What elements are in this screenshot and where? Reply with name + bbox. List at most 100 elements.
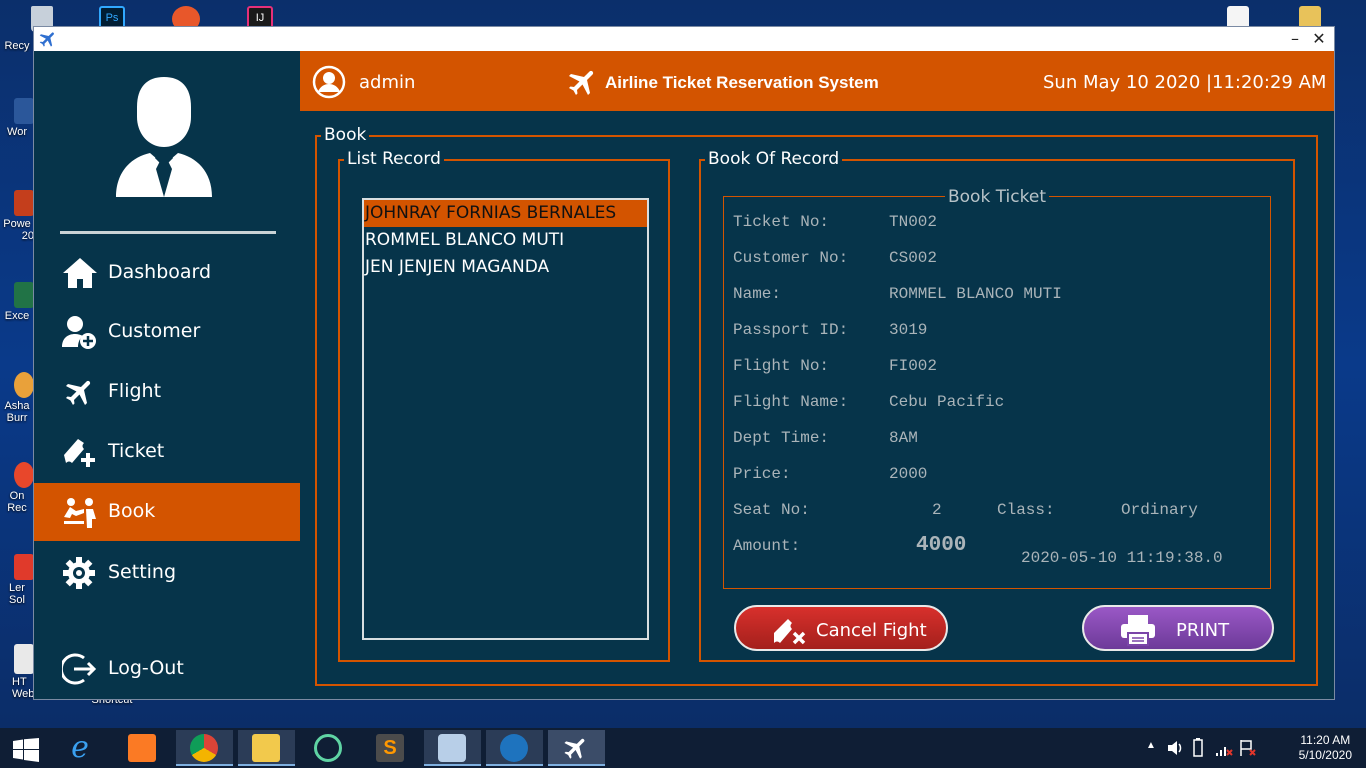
desktop-icon-label: Ler (9, 582, 25, 594)
list-item[interactable]: JEN JENJEN MAGANDA (364, 254, 647, 281)
dept-time-label: Dept Time: (733, 429, 830, 447)
record-list[interactable]: JOHNRAY FORNIAS BERNALES ROMMEL BLANCO M… (362, 198, 649, 640)
sidebar: Dashboard Customer Flight Ticket Book Se… (34, 51, 300, 699)
header-bar: admin Airline Ticket Reservation System … (300, 51, 1334, 111)
user-circle-icon (312, 65, 346, 99)
desktop-icon-label: 20 (21, 230, 34, 242)
amount-label: Amount: (733, 537, 801, 555)
desktop-icon-label: Wor (7, 126, 27, 138)
dept-time-value: 8AM (889, 429, 918, 447)
powerpoint-icon (14, 190, 34, 216)
ashampoo-icon (14, 372, 34, 398)
desktop-icon-label: Exce (4, 310, 30, 322)
taskbar-file-explorer[interactable] (238, 730, 295, 766)
plane-logo-icon (568, 70, 594, 96)
action-center-flag-icon[interactable] (1238, 738, 1258, 758)
taskbar-mysql-workbench[interactable] (486, 730, 543, 766)
sidebar-item-flight[interactable]: Flight (34, 363, 300, 421)
desktop-icon-label: On (9, 490, 25, 502)
sidebar-item-label: Setting (108, 561, 177, 583)
window-titlebar[interactable]: – ✕ (34, 27, 1334, 51)
virtualbox-icon (438, 734, 466, 762)
list-record-panel: List Record JOHNRAY FORNIAS BERNALES ROM… (338, 149, 670, 662)
desktop-icon-online-recorder[interactable]: On Rec (0, 462, 34, 514)
taskbar-atom[interactable] (300, 730, 357, 766)
xampp-icon (128, 734, 156, 762)
sidebar-item-book[interactable]: Book (34, 483, 300, 541)
book-people-icon (64, 498, 96, 528)
flight-name-label: Flight Name: (733, 393, 849, 411)
close-button[interactable]: ✕ (1308, 28, 1330, 50)
passport-label: Passport ID: (733, 321, 849, 339)
file-explorer-icon (252, 734, 280, 762)
flight-no-label: Flight No: (733, 357, 830, 375)
taskbar-clock[interactable]: 11:20 AM 5/10/2020 (1299, 733, 1352, 763)
gear-icon (63, 557, 95, 589)
price-label: Price: (733, 465, 791, 483)
volume-icon[interactable] (1166, 739, 1184, 757)
plane-icon (65, 380, 91, 406)
seat-no-value: 2 (932, 501, 942, 519)
lenovo-icon (14, 554, 34, 580)
network-error-icon[interactable] (1214, 738, 1234, 758)
desktop-icon-recycle[interactable]: Recy (0, 40, 34, 52)
sidebar-item-label: Ticket (108, 440, 165, 462)
sidebar-item-dashboard[interactable]: Dashboard (34, 244, 300, 302)
cancel-flight-label: Cancel Fight (816, 620, 927, 641)
internet-explorer-icon: e (71, 730, 89, 765)
start-button[interactable] (0, 730, 52, 766)
mysql-workbench-icon (500, 734, 528, 762)
minimize-button[interactable]: – (1284, 28, 1306, 50)
cancel-flight-button[interactable]: Cancel Fight (734, 605, 948, 651)
list-item[interactable]: ROMMEL BLANCO MUTI (364, 227, 647, 254)
customer-no-label: Customer No: (733, 249, 849, 267)
desktop-icon-word[interactable]: Wor (0, 98, 34, 138)
desktop-icon-ashampoo[interactable]: Asha Burr (0, 372, 34, 424)
sidebar-item-label: Flight (108, 380, 162, 402)
print-button[interactable]: PRINT (1082, 605, 1274, 651)
sidebar-item-customer[interactable]: Customer (34, 303, 300, 361)
ticket-no-label: Ticket No: (733, 213, 830, 231)
atom-icon (314, 734, 342, 762)
excel-icon (14, 282, 34, 308)
taskbar-virtualbox[interactable] (424, 730, 481, 766)
add-user-icon (62, 316, 96, 349)
sidebar-item-label: Log-Out (108, 657, 184, 679)
app-content: Dashboard Customer Flight Ticket Book Se… (34, 51, 1334, 699)
battery-icon[interactable] (1190, 738, 1206, 758)
book-of-record-legend: Book Of Record (705, 149, 843, 169)
desktop-icon-label: Burr (6, 412, 28, 424)
desktop-icon-label: Recy (4, 40, 30, 52)
ticket-cancel-icon (774, 619, 806, 645)
taskbar-chrome[interactable] (176, 730, 233, 766)
clock-time: 11:20 AM (1300, 733, 1351, 747)
sidebar-divider (60, 231, 276, 234)
app-window: – ✕ Dashboard Customer Flight Ticket Boo… (33, 26, 1335, 700)
list-record-legend: List Record (344, 149, 444, 169)
taskbar-xampp[interactable] (114, 730, 171, 766)
list-item[interactable]: JOHNRAY FORNIAS BERNALES (364, 200, 647, 227)
sidebar-item-logout[interactable]: Log-Out (34, 640, 300, 698)
amount-value: 4000 (916, 534, 967, 557)
taskbar-internet-explorer[interactable]: e (52, 730, 109, 766)
class-label: Class: (997, 501, 1055, 519)
sublime-text-icon: S (376, 734, 404, 762)
sidebar-item-ticket[interactable]: Ticket (34, 423, 300, 481)
passport-value: 3019 (889, 321, 928, 339)
desktop-icon-lenovo[interactable]: Ler Sol (0, 554, 34, 606)
sidebar-item-setting[interactable]: Setting (34, 544, 300, 602)
flight-name-value: Cebu Pacific (889, 393, 1005, 411)
chevron-up-icon[interactable]: ▲ (1146, 740, 1156, 751)
ticket-plus-icon (64, 439, 95, 467)
desktop-icon-powerpoint[interactable]: Powe 20 (0, 190, 34, 242)
taskbar-sublime-text[interactable]: S (362, 730, 419, 766)
airplane-app-icon (39, 32, 54, 47)
taskbar-airline-app[interactable] (548, 730, 605, 766)
desktop-icon-excel[interactable]: Exce (0, 282, 34, 322)
print-label: PRINT (1176, 620, 1230, 641)
seat-no-label: Seat No: (733, 501, 810, 519)
ticket-no-value: TN002 (889, 213, 938, 231)
word-icon (14, 98, 34, 124)
printer-icon (1121, 615, 1155, 646)
class-value: Ordinary (1121, 501, 1198, 519)
